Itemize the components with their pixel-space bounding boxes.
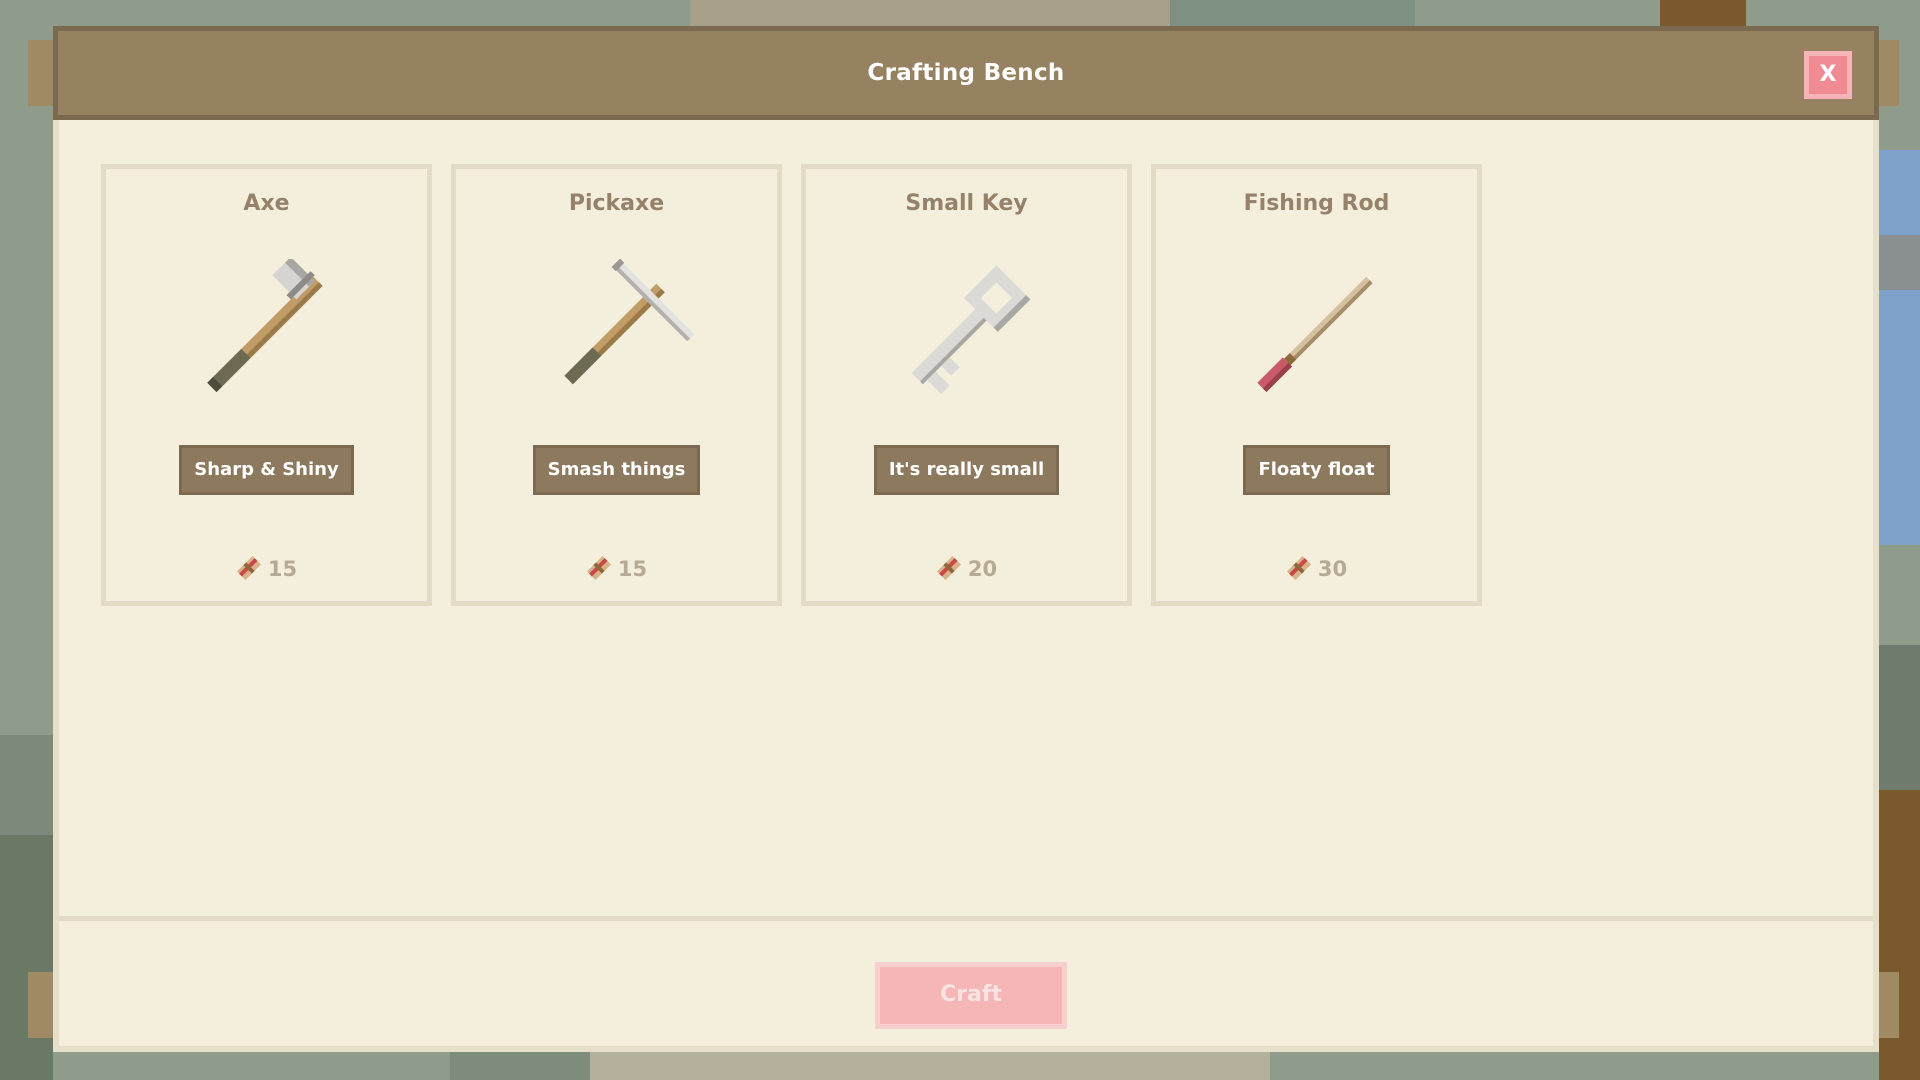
cost-value: 15 xyxy=(617,557,648,581)
pickaxe-icon xyxy=(530,258,702,409)
close-button[interactable]: X xyxy=(1804,51,1852,99)
background-block xyxy=(450,1052,590,1080)
crafting-bench-window: Crafting Bench X Axe Sharp & Shiny 15 Pi… xyxy=(53,26,1879,1052)
footer-divider xyxy=(59,916,1873,921)
background-block xyxy=(28,40,53,106)
background-block xyxy=(1879,972,1899,1038)
background-block xyxy=(690,0,1170,26)
window-title: Crafting Bench xyxy=(867,60,1065,86)
material-bundle-icon xyxy=(586,555,612,581)
background-block xyxy=(590,1052,1270,1080)
cost-value: 20 xyxy=(967,557,998,581)
background-block xyxy=(1879,235,1920,290)
recipe-name: Small Key xyxy=(905,191,1028,216)
recipe-cost: 20 xyxy=(806,555,1127,581)
material-bundle-icon xyxy=(1286,555,1312,581)
cost-value: 30 xyxy=(1317,557,1348,581)
background-block xyxy=(1879,645,1920,790)
background-block xyxy=(0,835,53,1080)
recipe-description-tag: It's really small xyxy=(873,445,1060,495)
recipe-description-tag: Smash things xyxy=(532,445,701,495)
recipe-cost: 15 xyxy=(106,555,427,581)
background-block xyxy=(1170,0,1415,26)
recipe-name: Fishing Rod xyxy=(1243,191,1390,216)
axe-icon xyxy=(180,256,352,409)
background-block xyxy=(0,735,53,835)
window-header: Crafting Bench X xyxy=(53,26,1879,120)
recipe-cost: 15 xyxy=(456,555,777,581)
background-block xyxy=(1879,40,1899,106)
material-bundle-icon xyxy=(936,555,962,581)
cost-value: 15 xyxy=(267,557,298,581)
craft-button[interactable]: Craft xyxy=(875,962,1067,1029)
recipe-grid: Axe Sharp & Shiny 15 Pickaxe Smash thing… xyxy=(101,164,1661,606)
recipe-name: Axe xyxy=(243,191,290,216)
background-block xyxy=(1879,150,1920,545)
recipe-name: Pickaxe xyxy=(568,191,665,216)
background-block xyxy=(1660,0,1746,26)
recipe-description-tag: Sharp & Shiny xyxy=(179,445,354,495)
recipe-card-pickaxe[interactable]: Pickaxe Smash things 15 xyxy=(451,164,782,606)
recipe-cost: 30 xyxy=(1156,555,1477,581)
recipe-card-fishing-rod[interactable]: Fishing Rod Floaty float 30 xyxy=(1151,164,1482,606)
recipe-card-small-key[interactable]: Small Key It's really small 20 xyxy=(801,164,1132,606)
recipe-card-axe[interactable]: Axe Sharp & Shiny 15 xyxy=(101,164,432,606)
background-block xyxy=(28,972,53,1038)
recipe-description-tag: Floaty float xyxy=(1243,445,1390,495)
material-bundle-icon xyxy=(236,555,262,581)
key-icon xyxy=(880,259,1052,409)
fishing-rod-icon xyxy=(1230,259,1402,409)
